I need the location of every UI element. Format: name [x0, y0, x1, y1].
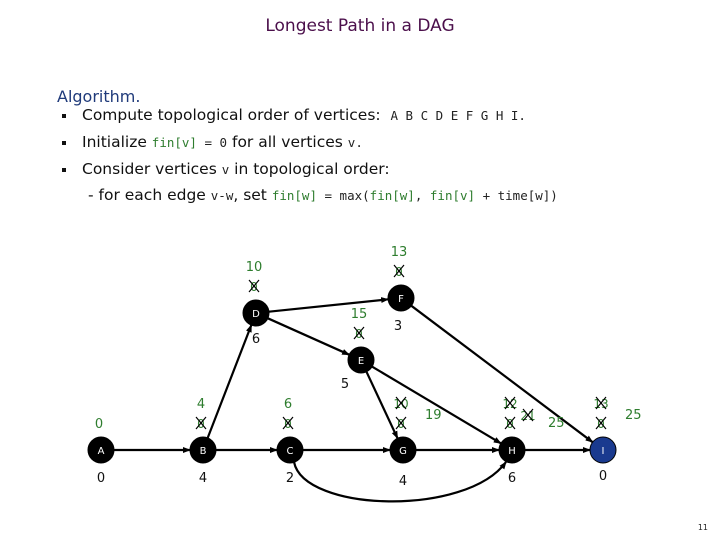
node-time: 0	[599, 469, 607, 484]
node-label: B	[200, 446, 207, 457]
node-time: 6	[508, 471, 516, 486]
edge-D-E	[267, 317, 351, 356]
crossed-fin-value: 0	[504, 416, 516, 431]
node-fin-value: 25	[625, 408, 642, 423]
edge-E-H	[371, 365, 502, 445]
crossed-fin-value: 12	[502, 396, 518, 411]
node-label: I	[602, 446, 605, 457]
crossed-fin-value: 0	[353, 326, 365, 341]
crossed-fin-value: 0	[248, 279, 260, 294]
node-fin-value: 25	[548, 416, 565, 431]
node-B: B 4 0 4	[189, 397, 217, 486]
node-label: H	[508, 446, 516, 457]
crossed-fin-value: 0	[282, 416, 294, 431]
node-fin-value: 10	[246, 260, 263, 275]
node-A: A 0 0	[87, 417, 115, 486]
node-G: G 4 0 10 19	[389, 396, 442, 489]
crossed-fin-value: 0	[395, 416, 407, 431]
node-label: D	[252, 309, 260, 320]
node-fin-value: 4	[197, 397, 205, 412]
svg-text:21: 21	[520, 409, 535, 423]
edge-B-D	[206, 324, 253, 439]
node-time: 2	[286, 471, 294, 486]
node-label: E	[358, 356, 364, 367]
node-time: 6	[252, 332, 260, 347]
dag-diagram: A 0 0 B 4 0 4 C 2 0 6 D 6 0 10 E5 0 15 F 3 0 13 G 4 0 10 19 H 6 0 1221…	[87, 245, 642, 503]
node-label: C	[287, 446, 294, 457]
node-label: A	[98, 446, 105, 457]
node-fin-value: 0	[95, 417, 103, 432]
page-number: 11	[697, 523, 708, 532]
node-fin-value: 19	[425, 408, 442, 423]
node-label: G	[399, 446, 407, 457]
crossed-fin-value: 21	[520, 408, 536, 423]
node-fin-value: 6	[284, 397, 292, 412]
node-time: 4	[199, 471, 207, 486]
node-fin-value: 13	[391, 245, 408, 260]
svg-text:12: 12	[502, 397, 517, 411]
crossed-fin-value: 0	[393, 264, 405, 279]
crossed-fin-value: 0	[595, 416, 607, 431]
node-fin-value: 15	[351, 307, 368, 322]
node-H: H 6 0 1221 25	[498, 396, 565, 486]
svg-text:13: 13	[593, 397, 608, 411]
node-I: I 0 0 13 25	[589, 396, 642, 484]
svg-text:10: 10	[393, 397, 408, 411]
node-label: F	[398, 294, 404, 305]
node-time: 0	[97, 471, 105, 486]
crossed-fin-value: 10	[393, 396, 409, 411]
crossed-fin-value: 0	[195, 416, 207, 431]
node-time: 5	[341, 377, 349, 392]
node-F: F 3 0 13	[387, 245, 415, 334]
node-time: 3	[394, 319, 402, 334]
crossed-fin-value: 13	[593, 396, 609, 411]
node-time: 4	[399, 474, 407, 489]
edge-D-F	[268, 297, 390, 313]
